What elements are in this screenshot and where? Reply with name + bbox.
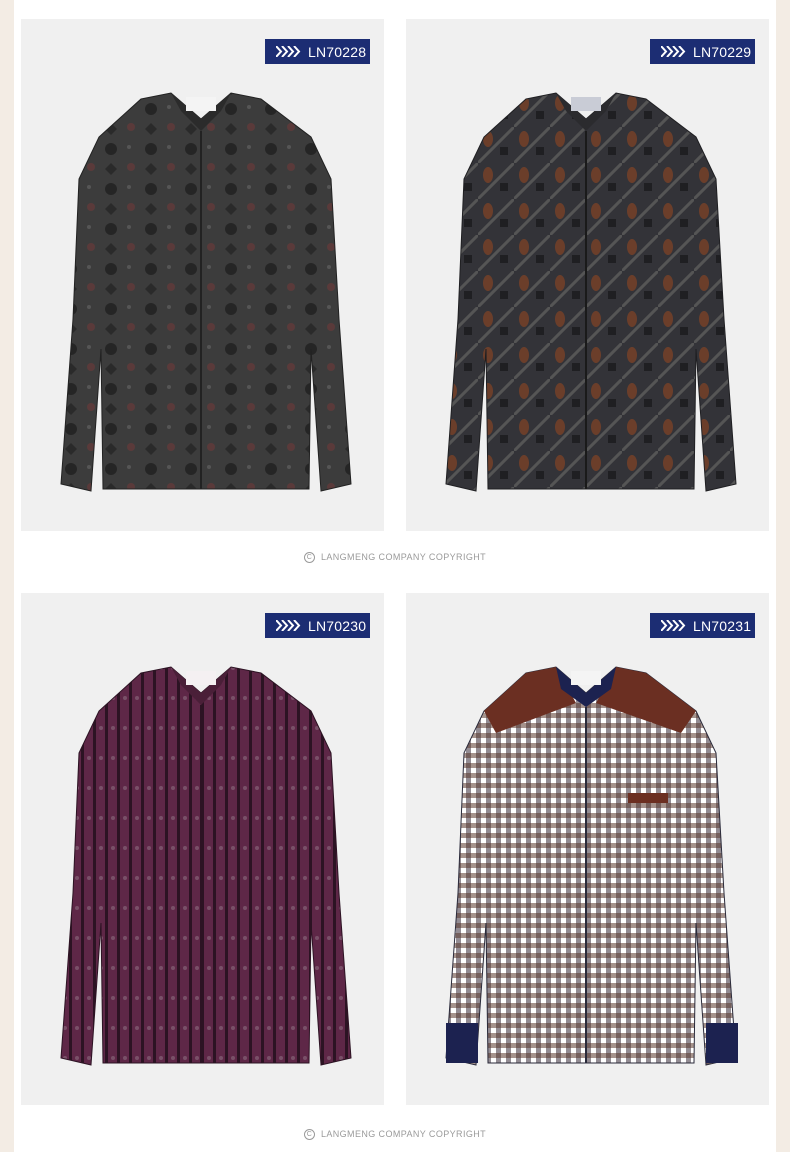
copyright-line: C LANGMENG COMPANY COPYRIGHT	[14, 549, 776, 565]
product-code: LN70229	[693, 43, 752, 60]
chevrons-icon	[276, 620, 301, 631]
copyright-line: C LANGMENG COMPANY COPYRIGHT	[14, 1126, 776, 1142]
shirt-image-purple-stripe	[60, 666, 352, 1066]
product-gallery: LN70228 LN70229 C LANGMENG COMPANY COPYR…	[14, 0, 776, 1152]
product-code-badge: LN70229	[650, 39, 755, 64]
chevrons-icon	[661, 620, 686, 631]
shirt-image-floral	[60, 92, 352, 492]
product-card-ln70229[interactable]: LN70229	[406, 19, 769, 531]
product-code: LN70231	[693, 617, 752, 634]
shirt-image-abstract	[445, 92, 737, 492]
product-code-badge: LN70231	[650, 613, 755, 638]
shirt-image-gingham	[445, 666, 738, 1066]
product-card-ln70228[interactable]: LN70228	[21, 19, 384, 531]
product-code-badge: LN70228	[265, 39, 370, 64]
product-code: LN70228	[308, 43, 367, 60]
copyright-text: LANGMENG COMPANY COPYRIGHT	[320, 1129, 487, 1139]
copyright-text: LANGMENG COMPANY COPYRIGHT	[320, 552, 487, 562]
product-code-badge: LN70230	[265, 613, 370, 638]
product-card-ln70230[interactable]: LN70230	[21, 593, 384, 1105]
product-card-ln70231[interactable]: LN70231	[406, 593, 769, 1105]
chevrons-icon	[276, 46, 301, 57]
product-code: LN70230	[308, 617, 367, 634]
chevrons-icon	[661, 46, 686, 57]
copyright-icon: C	[303, 551, 315, 563]
copyright-icon: C	[303, 1128, 315, 1140]
